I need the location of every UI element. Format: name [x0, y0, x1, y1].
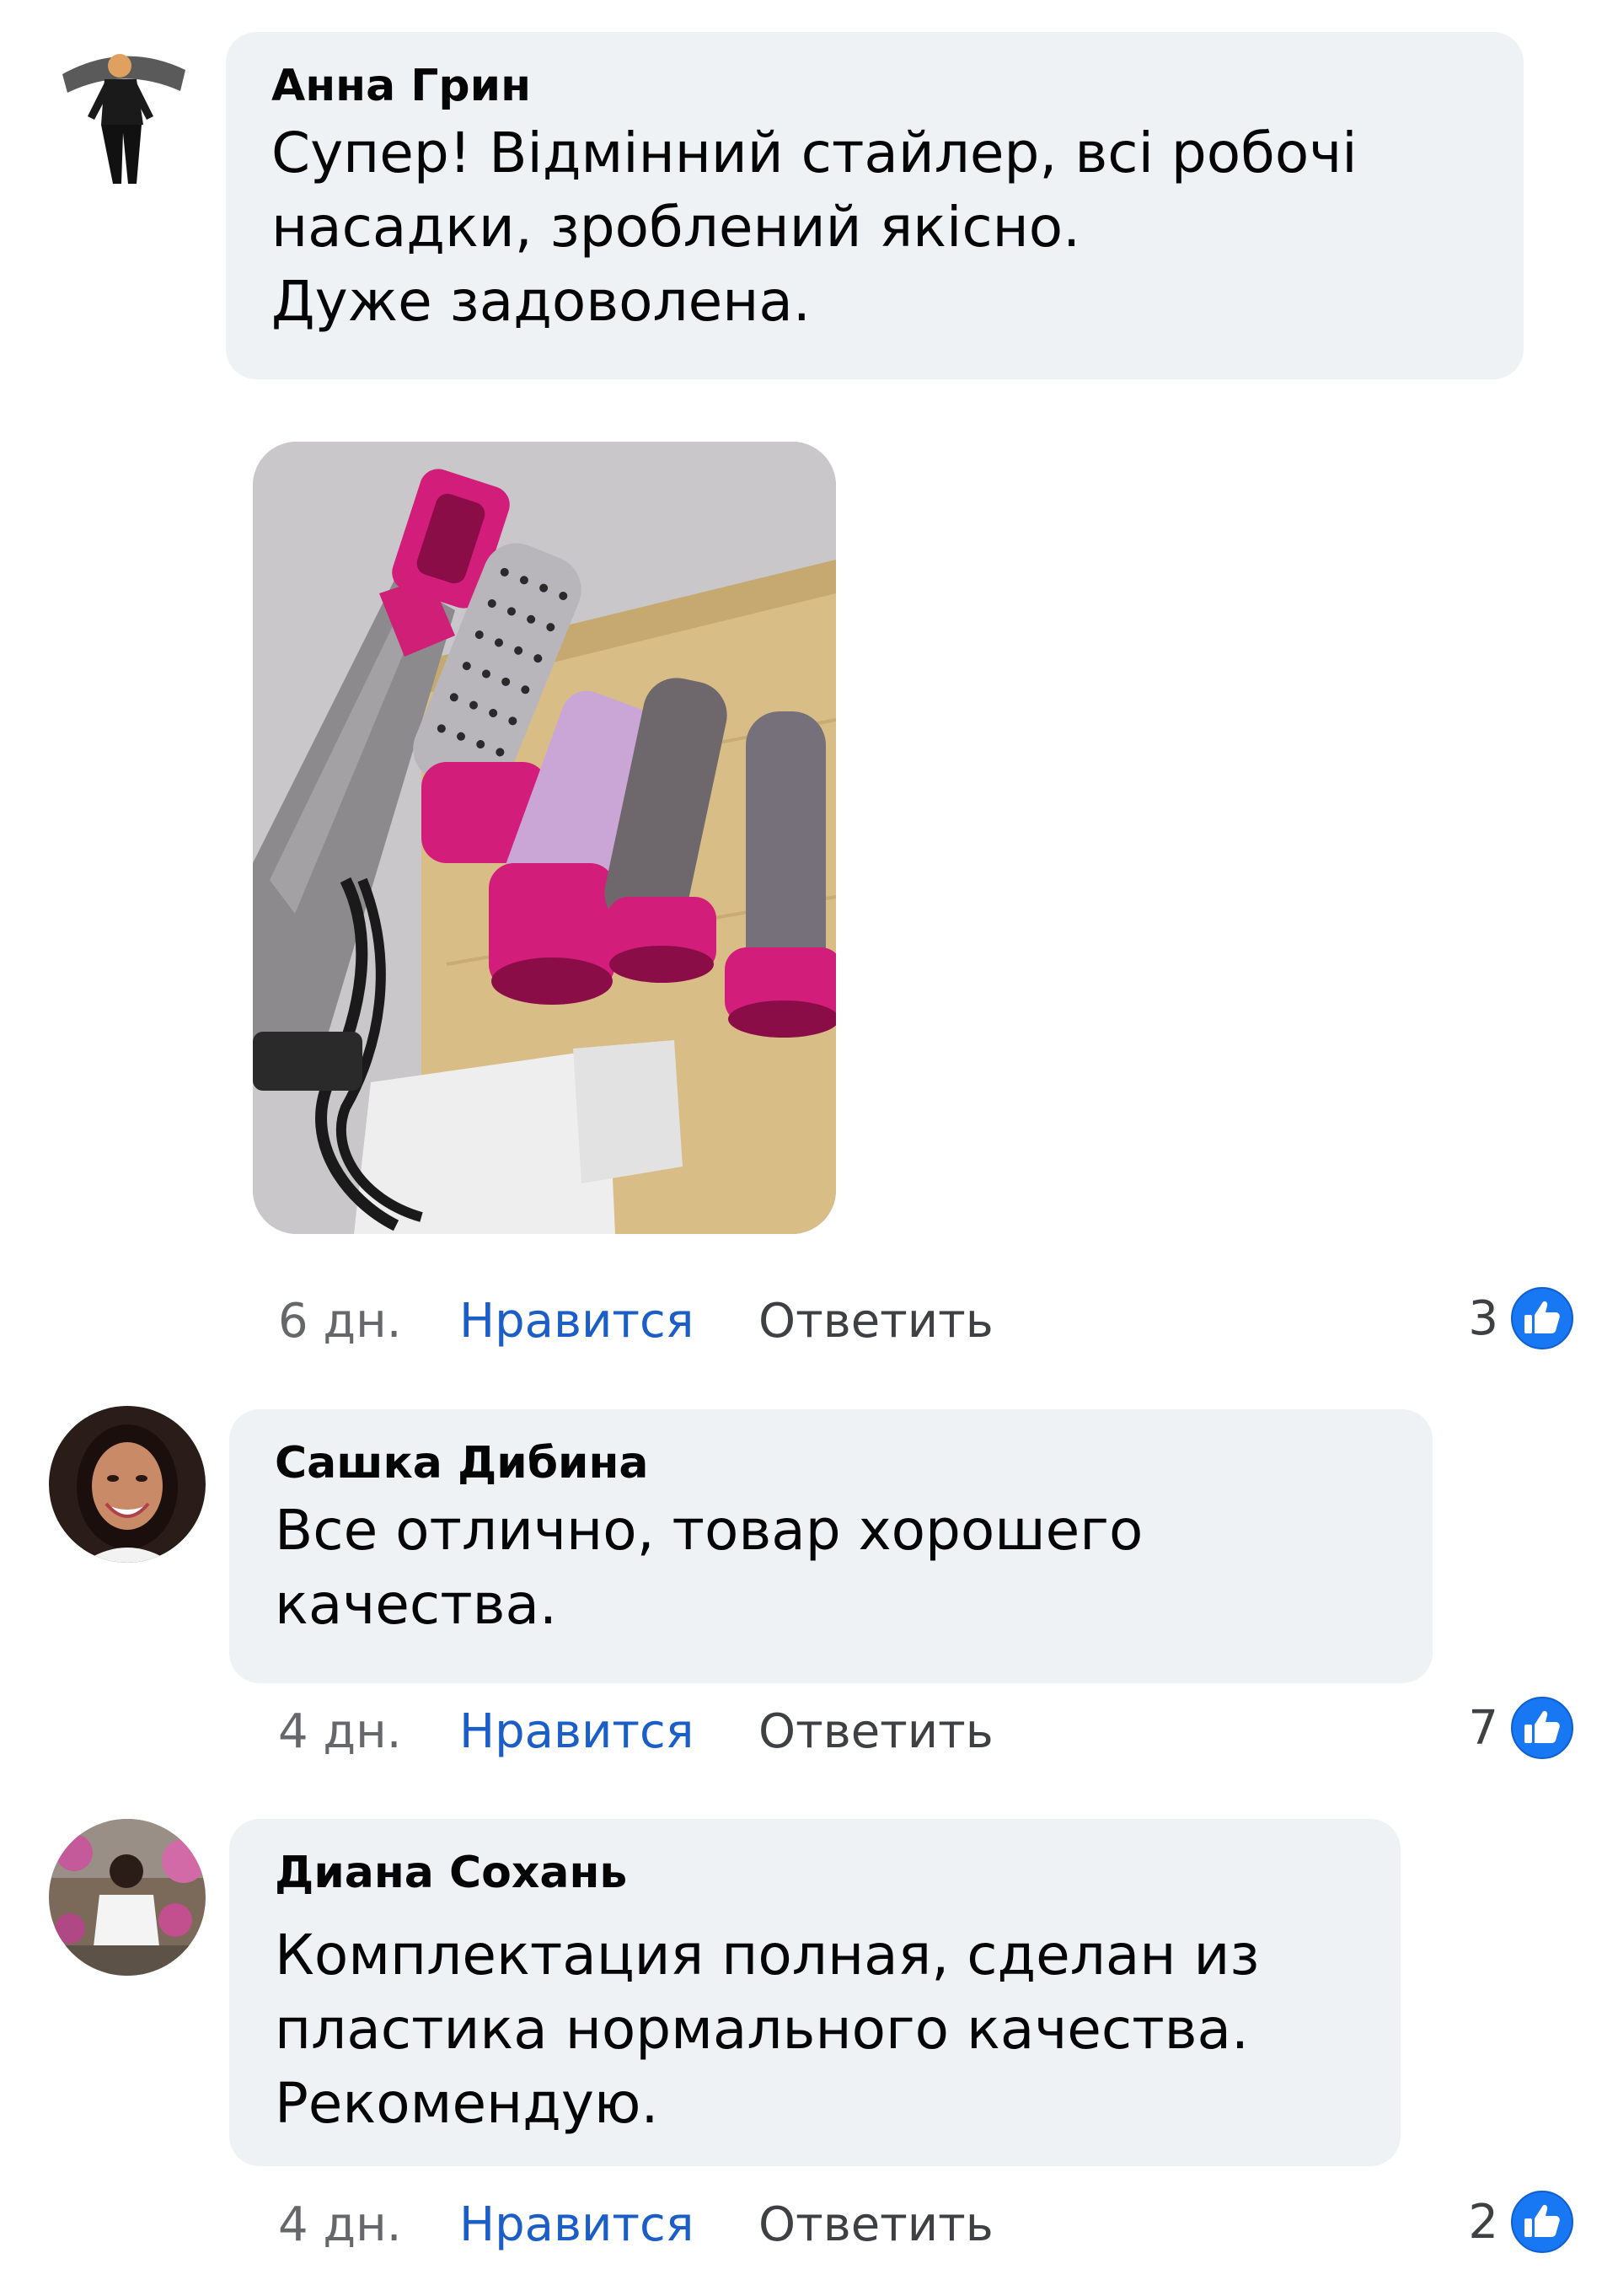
comment-text-line: Супер! Відмінний стайлер, всі робочі: [271, 121, 1358, 185]
author-name[interactable]: Анна Грин: [271, 59, 1481, 113]
comment-bubble: Диана Сохань Комплектация полная, сделан…: [229, 1819, 1401, 2166]
comment-actions: 6 дн. Нравится Ответить: [278, 1288, 994, 1355]
reaction-count[interactable]: 3: [1468, 1285, 1574, 1352]
thumbs-up-icon: [1511, 2191, 1573, 2253]
reply-button[interactable]: Ответить: [758, 2191, 994, 2259]
comment-text-line: пластика нормального качества.: [275, 1997, 1249, 2062]
comment-bubble: Сашка Дибина Все отлично, товар хорошего…: [229, 1409, 1433, 1683]
reply-button[interactable]: Ответить: [758, 1698, 994, 1766]
reaction-count[interactable]: 7: [1468, 1694, 1574, 1762]
like-count: 3: [1468, 1290, 1498, 1346]
thumbs-up-icon: [1511, 1287, 1573, 1349]
thumbs-up-icon: [1511, 1697, 1573, 1759]
author-name[interactable]: Диана Сохань: [275, 1846, 1358, 1900]
comment-text-line: Все отлично, товар хорошего: [275, 1498, 1144, 1563]
comment-bubble: Анна Грин Супер! Відмінний стайлер, всі …: [226, 32, 1524, 379]
like-count: 7: [1468, 1700, 1498, 1756]
comment-text-line: качества.: [275, 1572, 557, 1637]
author-name[interactable]: Сашка Дибина: [275, 1436, 1390, 1490]
attached-photo[interactable]: [253, 442, 836, 1234]
comment-text-line: насадки, зроблений якісно.: [271, 195, 1081, 260]
reaction-count[interactable]: 2: [1468, 2188, 1574, 2256]
comment-time[interactable]: 4 дн.: [278, 1698, 459, 1766]
comment-text-line: Дуже задоволена.: [271, 269, 811, 334]
comment-actions: 4 дн. Нравится Ответить: [278, 2191, 994, 2259]
avatar[interactable]: [46, 32, 202, 189]
avatar[interactable]: [49, 1406, 206, 1563]
comment-text: Супер! Відмінний стайлер, всі робочі нас…: [271, 116, 1481, 339]
like-count: 2: [1468, 2194, 1498, 2250]
like-button[interactable]: Нравится: [459, 1698, 758, 1766]
comment-time[interactable]: 4 дн.: [278, 2191, 459, 2259]
comment-actions: 4 дн. Нравится Ответить: [278, 1698, 994, 1766]
like-button[interactable]: Нравится: [459, 2191, 758, 2259]
comment-text: Все отлично, товар хорошего качества.: [275, 1494, 1390, 1642]
like-button[interactable]: Нравится: [459, 1288, 758, 1355]
avatar[interactable]: [49, 1819, 206, 1976]
comment-text-line: Комплектация полная, сделан из: [275, 1923, 1260, 1988]
comment-text-line: Рекомендую.: [275, 2071, 659, 2136]
comment-time[interactable]: 6 дн.: [278, 1288, 459, 1355]
comment-text: Комплектация полная, сделан из пластика …: [275, 1918, 1358, 2141]
reply-button[interactable]: Ответить: [758, 1288, 994, 1355]
